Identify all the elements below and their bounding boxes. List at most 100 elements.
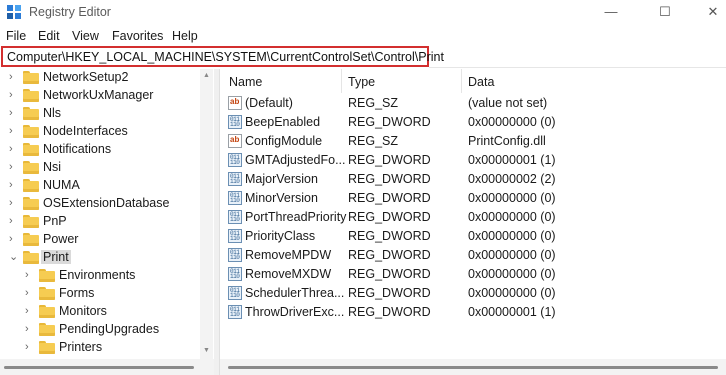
chevron-right-icon[interactable]: › xyxy=(25,268,35,282)
tree-item-label: NetworkSetup2 xyxy=(43,70,129,84)
chevron-right-icon[interactable]: › xyxy=(9,142,19,156)
tree-item-label: Printers xyxy=(59,340,103,354)
value-row[interactable]: 011 110 PriorityClass REG_DWORD 0x00000000 (… xyxy=(220,227,726,246)
chevron-right-icon[interactable]: › xyxy=(9,88,19,102)
value-type: REG_DWORD xyxy=(348,172,431,186)
value-name: MajorVersion xyxy=(245,172,318,186)
value-name: SchedulerThrea... xyxy=(245,286,345,300)
list-horizontal-scrollbar[interactable] xyxy=(220,359,726,375)
value-row[interactable]: 011 110 MinorVersion REG_DWORD 0x00000000 (0… xyxy=(220,189,726,208)
value-type: REG_DWORD xyxy=(348,191,431,205)
chevron-right-icon[interactable]: › xyxy=(9,178,19,192)
tree-item-environments[interactable]: › Environments xyxy=(0,267,200,285)
menu-view[interactable]: View xyxy=(72,29,99,43)
close-button[interactable]: ✕ xyxy=(690,0,726,25)
scroll-up-arrow-icon[interactable]: ▲ xyxy=(203,72,210,79)
value-row[interactable]: 011 110 PortThreadPriority REG_DWORD 0x00000… xyxy=(220,208,726,227)
column-separator[interactable] xyxy=(341,69,342,93)
value-name: (Default) xyxy=(245,96,293,110)
tree-horizontal-scrollbar[interactable] xyxy=(0,359,214,375)
chevron-right-icon[interactable]: › xyxy=(9,106,19,120)
folder-icon xyxy=(23,107,39,120)
tree-item-nodeinterfaces[interactable]: › NodeInterfaces xyxy=(0,123,200,141)
value-type: REG_DWORD xyxy=(348,305,431,319)
tree-item-networksetup2[interactable]: › NetworkSetup2 xyxy=(0,69,200,87)
value-data: 0x00000000 (0) xyxy=(468,115,556,129)
menu-edit[interactable]: Edit xyxy=(38,29,60,43)
value-name: MinorVersion xyxy=(245,191,318,205)
tree-item-label: Nsi xyxy=(43,160,62,174)
value-name: PriorityClass xyxy=(245,229,316,243)
menu-favorites[interactable]: Favorites xyxy=(112,29,163,43)
address-path: Computer\HKEY_LOCAL_MACHINE\SYSTEM\Curre… xyxy=(7,50,444,64)
value-data: 0x00000000 (0) xyxy=(468,267,556,281)
value-row[interactable]: ab ConfigModule REG_SZ PrintConfig.dll xyxy=(220,132,726,151)
dword-value-icon: 011 110 xyxy=(228,229,242,243)
value-row[interactable]: 011 110 RemoveMXDW REG_DWORD 0x00000000 (0) xyxy=(220,265,726,284)
chevron-right-icon[interactable]: › xyxy=(25,286,35,300)
value-row[interactable]: ab (Default) REG_SZ (value not set) xyxy=(220,94,726,113)
value-data: 0x00000000 (0) xyxy=(468,210,556,224)
registry-editor-app-icon xyxy=(7,5,21,19)
folder-icon xyxy=(23,215,39,228)
dword-value-icon: 011 110 xyxy=(228,153,242,167)
chevron-right-icon[interactable]: › xyxy=(9,232,19,246)
tree-item-label: Environments xyxy=(59,268,136,282)
value-row[interactable]: 011 110 GMTAdjustedFo... REG_DWORD 0x0000000… xyxy=(220,151,726,170)
value-type: REG_DWORD xyxy=(348,153,431,167)
tree-item-networkuxmanager[interactable]: › NetworkUxManager xyxy=(0,87,200,105)
column-header-name[interactable]: Name xyxy=(229,75,262,89)
tree-item-nls[interactable]: › Nls xyxy=(0,105,200,123)
minimize-button[interactable]: — xyxy=(588,0,634,25)
value-row[interactable]: 011 110 SchedulerThrea... REG_DWORD 0x000000… xyxy=(220,284,726,303)
column-header-type[interactable]: Type xyxy=(348,75,375,89)
chevron-down-icon[interactable]: ⌄ xyxy=(9,250,19,264)
chevron-right-icon[interactable]: › xyxy=(9,160,19,174)
value-name: RemoveMPDW xyxy=(245,248,332,262)
maximize-button[interactable]: ☐ xyxy=(642,0,688,25)
tree-item-label: OSExtensionDatabase xyxy=(43,196,170,210)
tree-item-notifications[interactable]: › Notifications xyxy=(0,141,200,159)
scroll-down-arrow-icon[interactable]: ▼ xyxy=(203,347,210,354)
folder-icon xyxy=(23,197,39,210)
tree-item-forms[interactable]: › Forms xyxy=(0,285,200,303)
value-row[interactable]: 011 110 BeepEnabled REG_DWORD 0x00000000 (0) xyxy=(220,113,726,132)
column-header-data[interactable]: Data xyxy=(468,75,494,89)
value-name: BeepEnabled xyxy=(245,115,321,129)
value-type: REG_DWORD xyxy=(348,267,431,281)
tree-item-monitors[interactable]: › Monitors xyxy=(0,303,200,321)
tree-item-pendingupgrades[interactable]: › PendingUpgrades xyxy=(0,321,200,339)
value-type: REG_SZ xyxy=(348,96,399,110)
chevron-right-icon[interactable]: › xyxy=(25,340,35,354)
value-type: REG_DWORD xyxy=(348,115,431,129)
tree-item-print[interactable]: ⌄ Print xyxy=(0,249,200,267)
column-separator[interactable] xyxy=(461,69,462,93)
chevron-right-icon[interactable]: › xyxy=(9,214,19,228)
tree-item-label: NUMA xyxy=(43,178,80,192)
menu-file[interactable]: File xyxy=(6,29,26,43)
address-bar[interactable]: Computer\HKEY_LOCAL_MACHINE\SYSTEM\Curre… xyxy=(1,46,444,67)
chevron-right-icon[interactable]: › xyxy=(9,196,19,210)
tree-item-nsi[interactable]: › Nsi xyxy=(0,159,200,177)
menu-help[interactable]: Help xyxy=(172,29,198,43)
value-row[interactable]: 011 110 MajorVersion REG_DWORD 0x00000002 (2… xyxy=(220,170,726,189)
address-bar-underline xyxy=(429,67,726,68)
tree-item-osextensiondatabase[interactable]: › OSExtensionDatabase xyxy=(0,195,200,213)
value-type: REG_DWORD xyxy=(348,229,431,243)
tree-item-numa[interactable]: › NUMA xyxy=(0,177,200,195)
chevron-right-icon[interactable]: › xyxy=(25,304,35,318)
chevron-right-icon[interactable]: › xyxy=(9,70,19,84)
tree-vertical-scrollbar[interactable]: ▲ ▼ xyxy=(200,69,213,359)
chevron-right-icon[interactable]: › xyxy=(9,124,19,138)
chevron-right-icon[interactable]: › xyxy=(25,322,35,336)
folder-icon xyxy=(39,269,55,282)
value-name: RemoveMXDW xyxy=(245,267,332,281)
tree-item-pnp[interactable]: › PnP xyxy=(0,213,200,231)
list-horizontal-scroll-thumb[interactable] xyxy=(228,366,718,369)
tree-horizontal-scroll-thumb[interactable] xyxy=(4,366,194,369)
dword-value-icon: 011 110 xyxy=(228,191,242,205)
tree-item-power[interactable]: › Power xyxy=(0,231,200,249)
value-row[interactable]: 011 110 ThrowDriverExc... REG_DWORD 0x000000… xyxy=(220,303,726,322)
value-row[interactable]: 011 110 RemoveMPDW REG_DWORD 0x00000000 (0) xyxy=(220,246,726,265)
tree-item-printers[interactable]: › Printers xyxy=(0,339,200,357)
